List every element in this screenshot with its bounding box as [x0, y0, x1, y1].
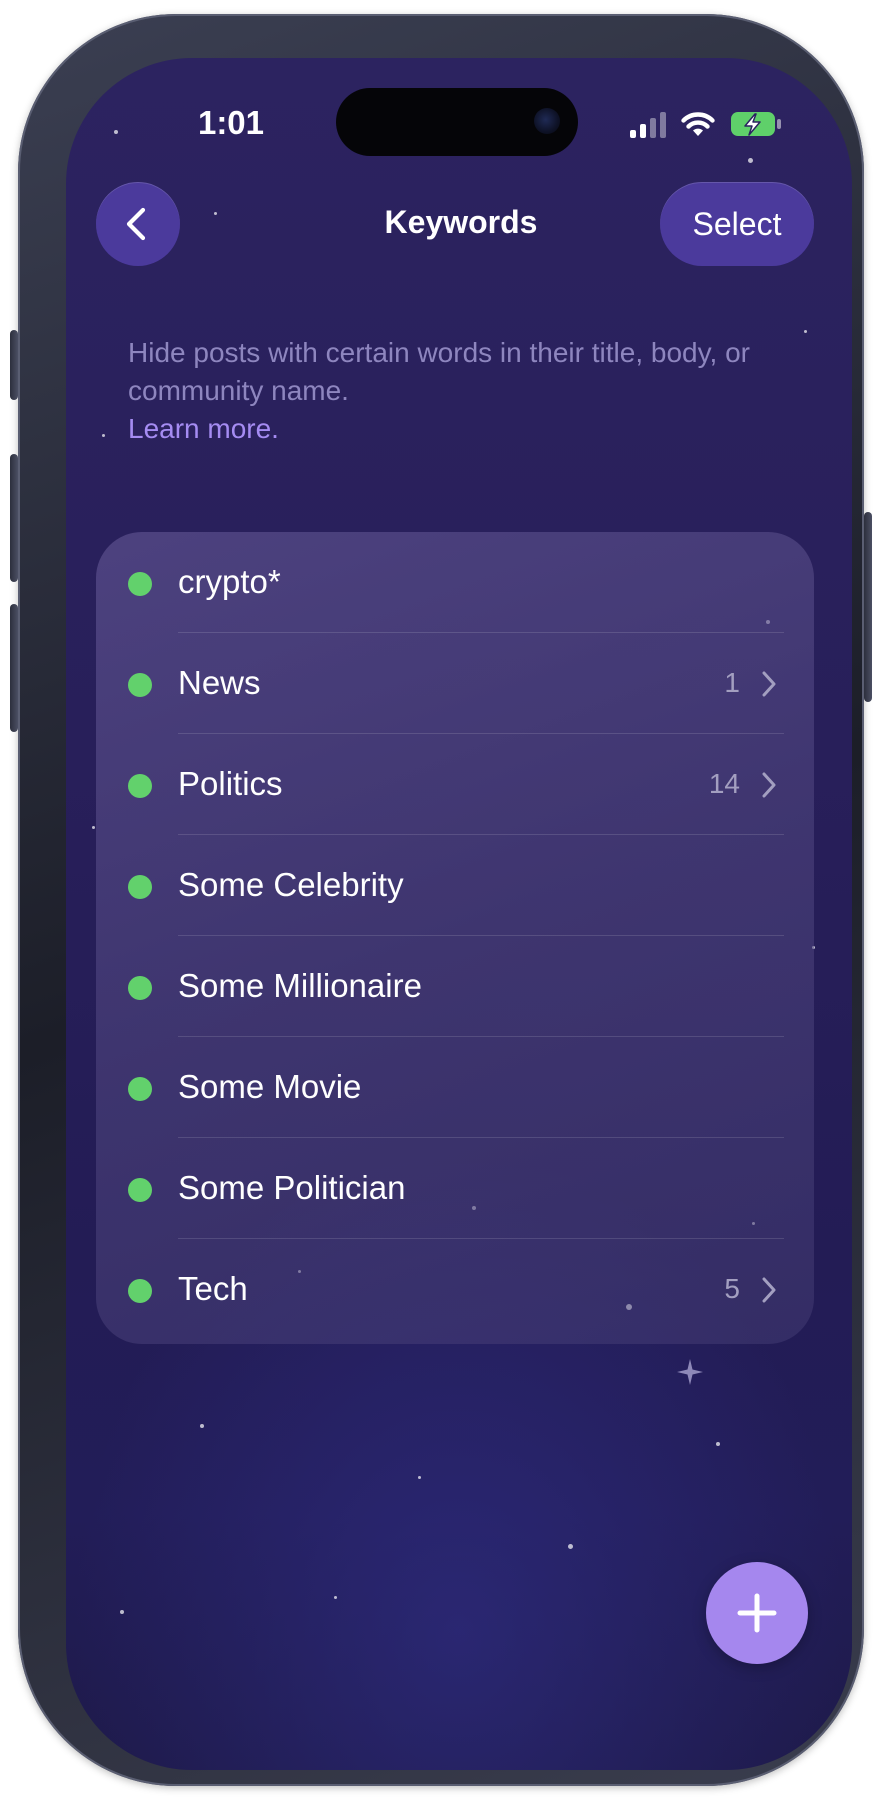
keyword-count: 14	[708, 768, 740, 799]
background-star	[102, 434, 105, 437]
plus-icon	[737, 1593, 777, 1633]
background-star	[568, 1544, 573, 1549]
page-title: Keywords	[384, 204, 538, 240]
chevron-right-icon	[762, 671, 776, 697]
active-status-dot	[128, 572, 152, 596]
battery-charging-icon	[731, 112, 781, 136]
active-status-dot	[128, 1077, 152, 1101]
background-star	[200, 1424, 204, 1428]
background-star	[114, 130, 118, 134]
chevron-right-icon	[762, 1277, 776, 1303]
keyword-count: 5	[724, 1273, 740, 1304]
chevron-right-icon	[762, 772, 776, 798]
keyword-row-some-movie[interactable]: Some Movie	[96, 1037, 814, 1138]
keyword-row-some-politician[interactable]: Some Politician	[96, 1138, 814, 1239]
sparkle-icon	[677, 1359, 703, 1385]
action-button	[10, 330, 18, 400]
keyword-row-crypto[interactable]: crypto*	[96, 532, 814, 633]
background-star	[120, 1610, 124, 1614]
keyword-label: Some Movie	[178, 1068, 362, 1105]
add-keyword-button[interactable]	[706, 1562, 808, 1664]
status-time: 1:01	[197, 104, 265, 141]
active-status-dot	[128, 673, 152, 697]
dynamic-island	[336, 88, 578, 156]
background-star	[804, 330, 807, 333]
power-button	[864, 512, 872, 702]
background-star	[334, 1596, 337, 1599]
keyword-label: Politics	[178, 765, 283, 802]
app-screen: 1:01 Keywords Select Hide posts with cer…	[66, 58, 852, 1770]
background-star	[214, 212, 217, 215]
keyword-label: Tech	[178, 1270, 248, 1307]
chevron-left-icon	[126, 207, 146, 241]
keyword-row-some-celebrity[interactable]: Some Celebrity	[96, 835, 814, 936]
background-star	[92, 826, 95, 829]
keyword-row-some-millionaire[interactable]: Some Millionaire	[96, 936, 814, 1037]
keyword-label: Some Celebrity	[178, 866, 404, 903]
camera-icon	[534, 108, 560, 134]
keyword-row-politics[interactable]: Politics 14	[96, 734, 814, 835]
keyword-row-news[interactable]: News 1	[96, 633, 814, 734]
select-button[interactable]: Select	[660, 182, 814, 266]
active-status-dot	[128, 875, 152, 899]
wifi-icon	[681, 112, 715, 136]
active-status-dot	[128, 976, 152, 1000]
cellular-signal-icon	[630, 112, 670, 138]
keyword-list: crypto* News 1 Politics 14 Some Celebrit…	[96, 532, 814, 1344]
active-status-dot	[128, 774, 152, 798]
background-star	[716, 1442, 720, 1446]
keyword-label: Some Politician	[178, 1169, 406, 1206]
back-button[interactable]	[96, 182, 180, 266]
volume-up-button	[10, 454, 18, 582]
background-star	[418, 1476, 421, 1479]
keyword-count: 1	[724, 667, 740, 698]
learn-more-link[interactable]: Learn more.	[128, 413, 279, 445]
active-status-dot	[128, 1279, 152, 1303]
volume-down-button	[10, 604, 18, 732]
keyword-label: Some Millionaire	[178, 967, 422, 1004]
description-text: Hide posts with certain words in their t…	[128, 337, 750, 406]
keyword-label: crypto*	[178, 563, 281, 600]
background-star	[748, 158, 753, 163]
keyword-row-tech[interactable]: Tech 5	[96, 1239, 814, 1340]
keyword-label: News	[178, 664, 261, 701]
active-status-dot	[128, 1178, 152, 1202]
phone-frame: 1:01 Keywords Select Hide posts with cer…	[10, 14, 872, 1786]
